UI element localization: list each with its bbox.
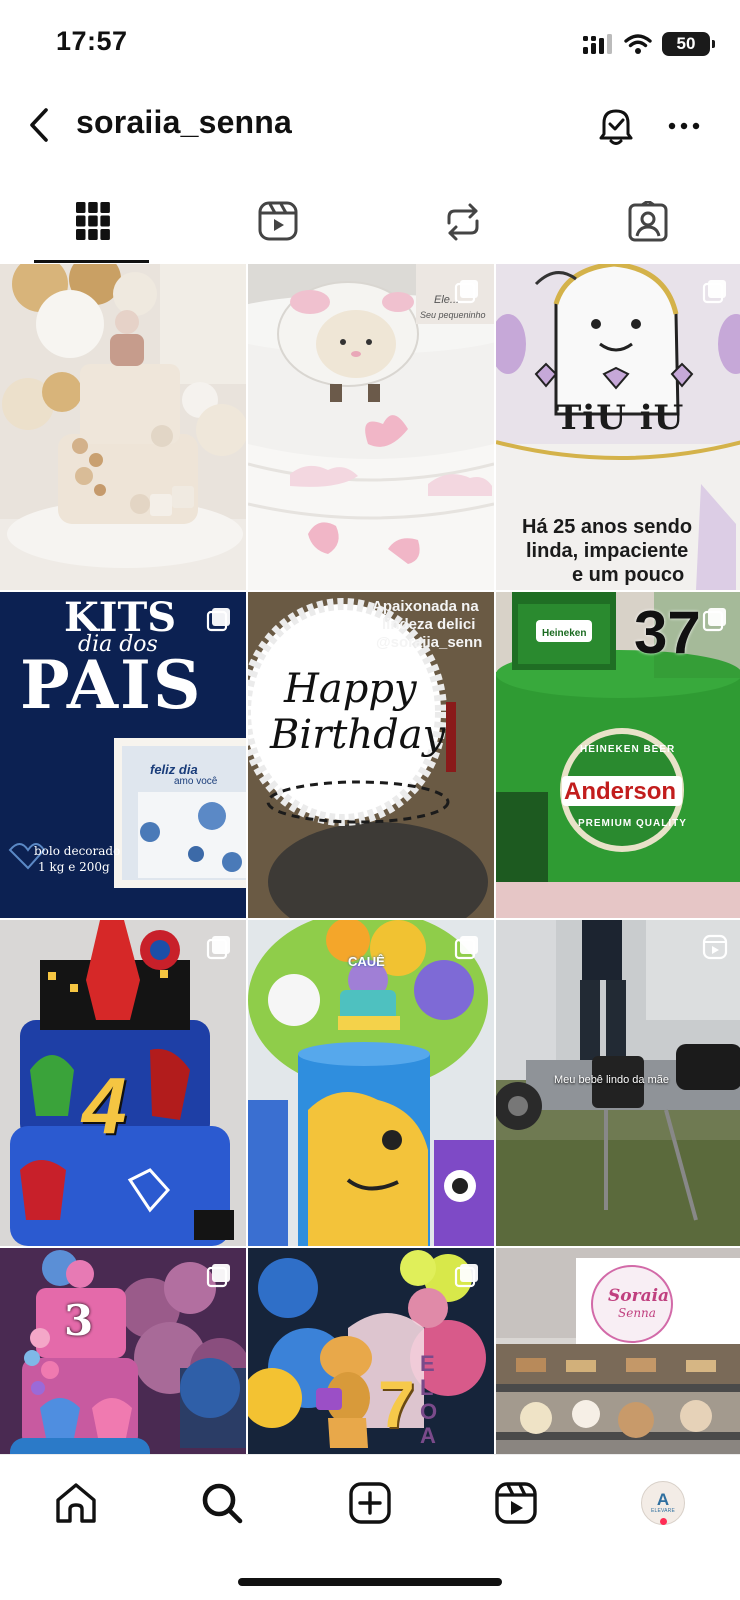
avatar-mark: A — [656, 1490, 670, 1509]
grid-icon — [75, 202, 110, 240]
tab-reposts[interactable] — [370, 183, 555, 263]
reels-icon — [258, 201, 297, 241]
post-image-shop-display — [496, 1248, 740, 1454]
post-topper-text: TiU iU — [556, 398, 685, 438]
wifi-icon — [624, 34, 652, 54]
post-feliz-dia: feliz dia — [150, 762, 198, 777]
profile-username: soraiia_senna — [76, 104, 293, 140]
post-amo-voce: amo você — [174, 776, 218, 787]
post-number-37: 37 — [634, 599, 701, 666]
post-image-heineken-cake — [496, 592, 740, 918]
reel-badge-icon — [702, 934, 728, 960]
search-icon — [202, 1483, 243, 1524]
post-number-7: 7 — [378, 1367, 415, 1441]
carousel-badge-icon — [454, 1264, 478, 1288]
avatar-sub: ELEVARE — [650, 1508, 676, 1514]
post-tile-4[interactable]: KITS dia dos PAIS feliz dia amo você bol… — [0, 592, 246, 918]
plus-square-icon — [349, 1482, 391, 1524]
post-caption-line-1: Apaixonada na — [372, 598, 479, 615]
post-tile-1[interactable] — [0, 264, 246, 590]
post-tile-2[interactable]: Ele... Seu pequeninho — [248, 264, 494, 590]
profile-header: soraiia_senna — [0, 88, 740, 164]
post-name-caue: CAUÊ — [348, 954, 385, 969]
post-tile-7[interactable]: 4 — [0, 920, 246, 1246]
post-video-caption: Meu bebê lindo da mãe — [554, 1074, 669, 1086]
status-icons: 50 — [582, 30, 715, 58]
post-logo-senna: Senna — [618, 1306, 656, 1320]
post-happy-text: Happy — [284, 666, 417, 712]
post-image-cream-cake — [0, 264, 246, 590]
notifications-button[interactable] — [592, 102, 640, 150]
post-tile-8[interactable]: CAUÊ — [248, 920, 494, 1246]
post-ring-bottom-text: PREMIUM QUALITY — [578, 818, 687, 829]
carousel-badge-icon — [206, 608, 230, 632]
posts-grid: Ele... Seu pequeninho TiU iU Há 25 anos — [0, 264, 740, 1454]
tab-reels[interactable] — [185, 183, 370, 263]
post-bolo-peso: 1 kg e 200g — [38, 860, 110, 874]
post-brand-text: Heineken — [542, 628, 587, 639]
more-options-button[interactable] — [660, 102, 708, 150]
bell-check-icon — [599, 109, 633, 145]
post-logo-soraia: Soraia — [608, 1286, 670, 1306]
post-name-eloa: ELOA — [420, 1351, 438, 1448]
home-indicator — [238, 1578, 502, 1586]
post-tile-12[interactable]: Soraia Senna — [496, 1248, 740, 1454]
tagged-icon — [628, 201, 667, 242]
post-tile-5[interactable]: Apaixonada na lindeza delici @soraiia_se… — [248, 592, 494, 918]
post-sign-text: Ele... — [434, 294, 460, 306]
battery-indicator: 50 — [662, 32, 715, 56]
back-button[interactable] — [16, 102, 62, 148]
tab-posts-grid[interactable] — [0, 183, 185, 263]
status-bar: 17:57 50 — [0, 0, 740, 88]
cellular-signal-icon — [583, 34, 612, 54]
reels-icon — [495, 1482, 537, 1524]
profile-tabs — [0, 183, 740, 263]
chevron-left-icon — [30, 108, 48, 142]
post-cake-text-3: e um pouco — [572, 564, 685, 586]
post-cake-text-2: linda, impaciente — [526, 540, 689, 562]
post-birthday-text: Birthday — [270, 712, 446, 758]
post-tile-3[interactable]: TiU iU Há 25 anos sendo linda, impacient… — [496, 264, 740, 590]
post-tile-9[interactable]: Meu bebê lindo da mãe — [496, 920, 740, 1246]
carousel-badge-icon — [702, 608, 726, 632]
nav-profile[interactable]: A ELEVARE — [631, 1471, 695, 1535]
nav-reels[interactable] — [484, 1471, 548, 1535]
carousel-badge-icon — [702, 280, 726, 304]
home-icon — [56, 1483, 96, 1523]
repost-icon — [447, 203, 478, 241]
post-caption-line-3: @soraiia_senn — [376, 634, 483, 651]
nav-search[interactable] — [190, 1471, 254, 1535]
more-dots-icon — [668, 122, 700, 130]
tab-tagged[interactable] — [555, 183, 740, 263]
post-number-3: 3 — [64, 1296, 94, 1345]
post-ring-top-text: HEINEKEN BEER — [580, 744, 676, 755]
nav-home[interactable] — [44, 1471, 108, 1535]
post-tile-6[interactable]: 37 Heineken HEINEKEN BEER Anderson PREMI… — [496, 592, 740, 918]
post-tile-11[interactable]: 7 ELOA — [248, 1248, 494, 1454]
carousel-badge-icon — [206, 1264, 230, 1288]
post-tile-10[interactable]: 3 — [0, 1248, 246, 1454]
status-time: 17:57 — [56, 26, 128, 56]
post-bolo-decorado: bolo decorado — [34, 844, 121, 858]
post-pais-title: PAIS — [20, 646, 203, 724]
carousel-badge-icon — [454, 936, 478, 960]
post-cake-text-1: Há 25 anos sendo — [522, 516, 693, 538]
carousel-badge-icon — [206, 936, 230, 960]
post-sign-text-2: Seu pequeninho — [420, 310, 486, 320]
profile-notification-dot — [660, 1518, 667, 1525]
post-caption-line-2: lindeza delici — [382, 616, 476, 633]
nav-create[interactable] — [338, 1471, 402, 1535]
post-number-4: 4 — [82, 1061, 127, 1150]
post-anderson-text: Anderson — [564, 778, 677, 805]
